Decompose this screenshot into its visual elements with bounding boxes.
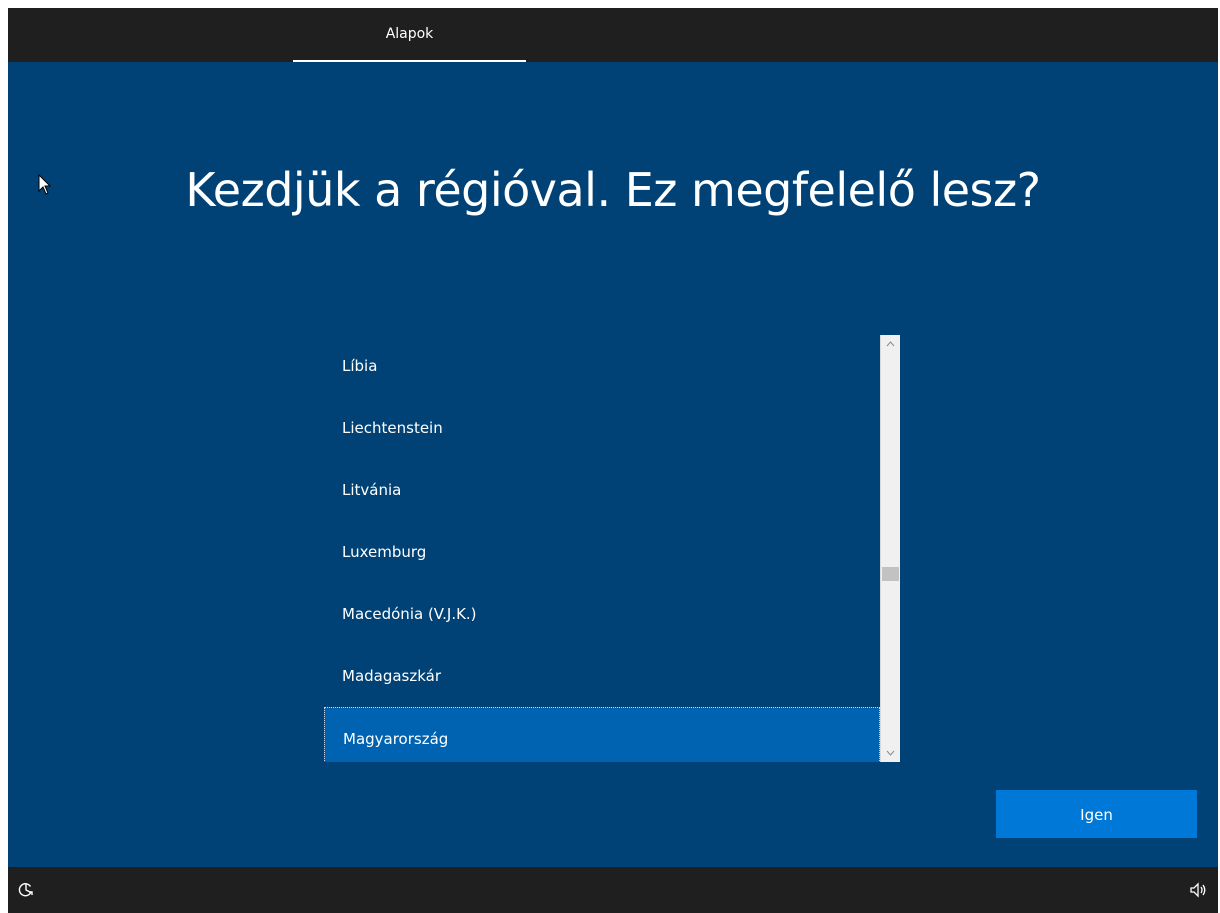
chevron-down-icon[interactable] [881, 744, 900, 762]
chevron-up-icon[interactable] [881, 335, 900, 353]
bottom-bar [8, 867, 1218, 913]
list-item-liechtenstein[interactable]: Liechtenstein [324, 397, 880, 459]
list-item-luxembourg[interactable]: Luxemburg [324, 521, 880, 583]
region-list: Líbia Liechtenstein Litvánia Luxemburg M… [324, 335, 880, 762]
list-item-hungary-selected[interactable]: Magyarország [324, 707, 880, 762]
tab-active-indicator [293, 60, 526, 62]
list-item-lithuania[interactable]: Litvánia [324, 459, 880, 521]
oobe-window: Alapok Kezdjük a régióval. Ez megfelelő … [8, 8, 1218, 913]
speaker-icon[interactable] [1188, 880, 1208, 900]
top-bar: Alapok [8, 8, 1218, 62]
list-item-libya[interactable]: Líbia [324, 335, 880, 397]
list-scrollbar[interactable] [880, 335, 900, 762]
list-item-macedonia[interactable]: Macedónia (V.J.K.) [324, 583, 880, 645]
tab-basics[interactable]: Alapok [293, 8, 526, 62]
list-item-madagascar[interactable]: Madagaszkár [324, 645, 880, 707]
ease-of-access-icon[interactable] [16, 880, 36, 900]
yes-button[interactable]: Igen [996, 790, 1197, 838]
scrollbar-thumb[interactable] [882, 567, 899, 581]
page-title: Kezdjük a régióval. Ez megfelelő lesz? [185, 163, 1041, 217]
tab-basics-label: Alapok [385, 26, 434, 42]
region-listbox[interactable]: Líbia Liechtenstein Litvánia Luxemburg M… [324, 335, 901, 762]
